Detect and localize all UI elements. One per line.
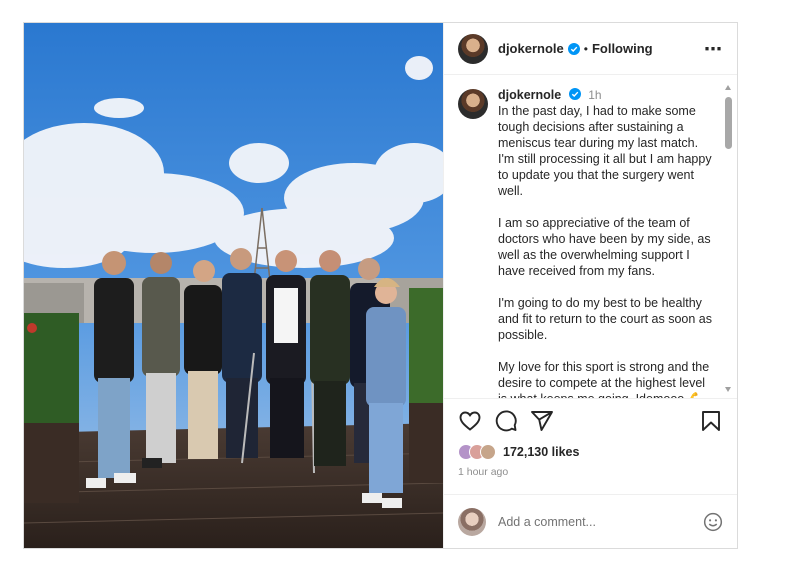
bookmark-icon[interactable]: [699, 409, 723, 433]
post-side-panel: djokernole • Following ⋯ djokernole 1h I…: [443, 23, 737, 548]
avatar: [480, 444, 496, 460]
avatar[interactable]: [458, 89, 488, 119]
caption-paragraph: I am so appreciative of the team of doct…: [498, 216, 715, 278]
share-icon[interactable]: [530, 409, 554, 433]
scroll-up-arrow-icon[interactable]: [725, 85, 731, 90]
scrollbar[interactable]: [724, 85, 733, 392]
comment-input[interactable]: [498, 514, 703, 529]
emoji-icon[interactable]: [703, 512, 723, 532]
post-timestamp[interactable]: 1 hour ago: [444, 462, 737, 482]
comment-icon[interactable]: [494, 409, 518, 433]
post-photo[interactable]: [24, 23, 443, 548]
avatar: [458, 507, 486, 536]
scrollbar-thumb[interactable]: [725, 97, 732, 149]
instagram-post: djokernole • Following ⋯ djokernole 1h I…: [23, 22, 738, 549]
verified-badge-icon: [568, 88, 581, 100]
header-username[interactable]: djokernole: [498, 41, 564, 56]
caption-time: 1h: [588, 88, 602, 102]
group-photo-eiffel-tower: [24, 23, 443, 548]
caption-username[interactable]: djokernole: [498, 88, 561, 102]
caption-area[interactable]: djokernole 1h In the past day, I had to …: [444, 75, 737, 398]
action-bar: [444, 398, 737, 442]
caption-body: djokernole 1h In the past day, I had to …: [498, 87, 717, 398]
caption-row: djokernole 1h In the past day, I had to …: [458, 87, 717, 398]
caption-paragraph: In the past day, I had to make some toug…: [498, 104, 716, 198]
liker-avatars[interactable]: [458, 444, 496, 460]
comment-box: [444, 494, 737, 548]
avatar[interactable]: [458, 33, 488, 64]
more-options-icon[interactable]: ⋯: [704, 40, 723, 58]
separator-dot: •: [583, 41, 588, 56]
heart-icon[interactable]: [458, 409, 482, 433]
likes-count[interactable]: 172,130 likes: [503, 445, 579, 459]
likes-row: 172,130 likes: [444, 442, 737, 462]
following-button[interactable]: Following: [592, 41, 653, 56]
post-header: djokernole • Following ⋯: [444, 23, 737, 75]
scroll-down-arrow-icon[interactable]: [725, 387, 731, 392]
verified-badge-icon: [567, 42, 580, 55]
caption-paragraph: I'm going to do my best to be healthy an…: [498, 296, 716, 342]
caption-paragraph: My love for this sport is strong and the…: [498, 360, 710, 398]
